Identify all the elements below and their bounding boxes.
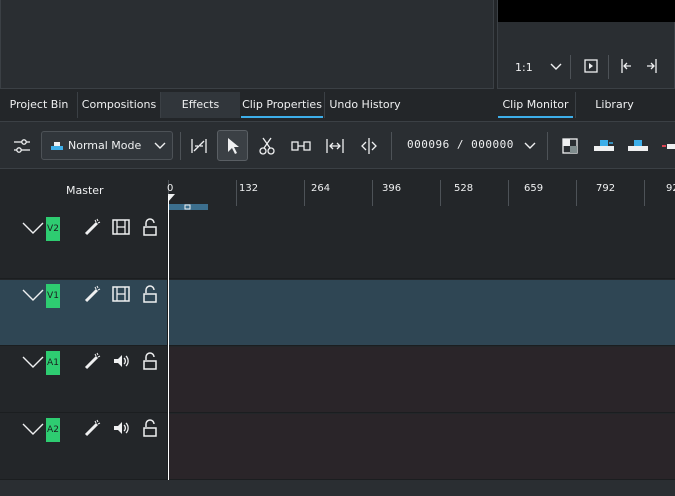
lock-icon[interactable] [140, 418, 160, 438]
track-settings-icon[interactable] [10, 134, 34, 158]
collapse-chevron-icon[interactable] [22, 221, 44, 235]
speaker-icon[interactable] [111, 418, 131, 438]
track-lane-v2[interactable] [168, 213, 675, 279]
effect-wand-icon[interactable] [82, 284, 102, 304]
master-label[interactable]: Master [66, 184, 104, 197]
chevron-down-icon[interactable] [550, 61, 562, 73]
project-panel-area [0, 0, 494, 89]
edit-mode-select[interactable]: Normal Mode [41, 131, 173, 160]
insert-clip-icon[interactable] [592, 134, 616, 158]
track-lane-v1[interactable] [168, 280, 675, 346]
speaker-icon[interactable] [111, 351, 131, 371]
ruler-tick-label: 92 [666, 183, 675, 194]
track-lane-a2[interactable] [168, 414, 675, 480]
ruler-tick-label: 0 [167, 183, 174, 194]
ripple-tool-icon[interactable] [323, 134, 347, 158]
track-tag[interactable]: A1 [46, 351, 60, 375]
collapse-chevron-icon[interactable] [22, 355, 44, 369]
collapse-chevron-icon[interactable] [22, 288, 44, 302]
track-tag[interactable]: V2 [46, 217, 60, 241]
lock-icon[interactable] [140, 351, 160, 371]
chevron-down-icon [154, 142, 166, 149]
track-header-v1[interactable]: V1 [0, 280, 167, 346]
multicam-tool-icon[interactable] [357, 134, 381, 158]
overwrite-clip-icon[interactable] [626, 134, 650, 158]
zoom-label[interactable]: 1:1 [515, 61, 533, 74]
track-lane-a1[interactable] [168, 347, 675, 413]
lock-icon[interactable] [140, 217, 160, 237]
ruler-tick-label: 264 [311, 183, 331, 194]
track-tag[interactable]: A2 [46, 418, 60, 442]
monitor-controls: 1:1 [498, 46, 675, 86]
cursor-icon [227, 137, 239, 154]
timeline-toolbar: Normal Mode 000096 / 000000 [0, 121, 675, 169]
effect-wand-icon[interactable] [82, 418, 102, 438]
track-header-a1[interactable]: A1 [0, 347, 167, 413]
playhead-line[interactable] [168, 196, 169, 480]
tab-clip-properties[interactable]: Clip Properties [241, 92, 323, 118]
razor-tool-icon[interactable] [255, 134, 279, 158]
set-zone-in-icon[interactable] [618, 58, 632, 74]
zone-handle-icon [184, 204, 191, 210]
composite-icon[interactable] [558, 134, 582, 158]
timeline-ruler[interactable]: 0 132 264 396 528 659 792 92 [167, 180, 675, 212]
tab-clip-monitor[interactable]: Clip Monitor [498, 92, 573, 118]
ruler-tick-label: 528 [454, 183, 474, 194]
track-tag[interactable]: V1 [46, 284, 60, 308]
tab-undo-history[interactable]: Undo History [325, 92, 405, 118]
timecode-display[interactable]: 000096 / 000000 [407, 138, 514, 151]
chevron-down-icon[interactable] [524, 140, 536, 152]
tab-project-bin[interactable]: Project Bin [4, 92, 74, 118]
track-header-a2[interactable]: A2 [0, 414, 167, 480]
slip-tool-icon[interactable] [289, 134, 313, 158]
monitor-screen [498, 0, 675, 22]
mode-label: Normal Mode [68, 139, 142, 152]
track-header-v2[interactable]: V2 [0, 213, 167, 279]
tab-compositions[interactable]: Compositions [80, 92, 158, 118]
timeline-scrollbar[interactable] [0, 480, 675, 496]
collapse-chevron-icon[interactable] [22, 422, 44, 436]
ruler-tick-label: 132 [239, 183, 259, 194]
spacer-tool-icon[interactable] [187, 134, 211, 158]
ruler-tick-label: 659 [524, 183, 544, 194]
tab-effects[interactable]: Effects [161, 92, 240, 118]
set-zone-out-icon[interactable] [646, 58, 660, 74]
mode-icon [51, 141, 63, 150]
playhead-marker-icon[interactable] [168, 194, 176, 204]
monitor-panel: 1:1 [497, 0, 675, 89]
ruler-tick-label: 396 [382, 183, 402, 194]
select-tool-button[interactable] [217, 130, 248, 161]
effect-wand-icon[interactable] [82, 351, 102, 371]
lock-icon[interactable] [140, 284, 160, 304]
timeline-zone-bar[interactable] [168, 204, 208, 210]
tab-library[interactable]: Library [576, 92, 653, 118]
fit-zoom-icon[interactable] [584, 59, 598, 73]
extract-icon[interactable] [658, 134, 675, 158]
effect-wand-icon[interactable] [82, 217, 102, 237]
ruler-tick-label: 792 [596, 183, 616, 194]
film-icon[interactable] [111, 217, 131, 237]
film-icon[interactable] [111, 284, 131, 304]
